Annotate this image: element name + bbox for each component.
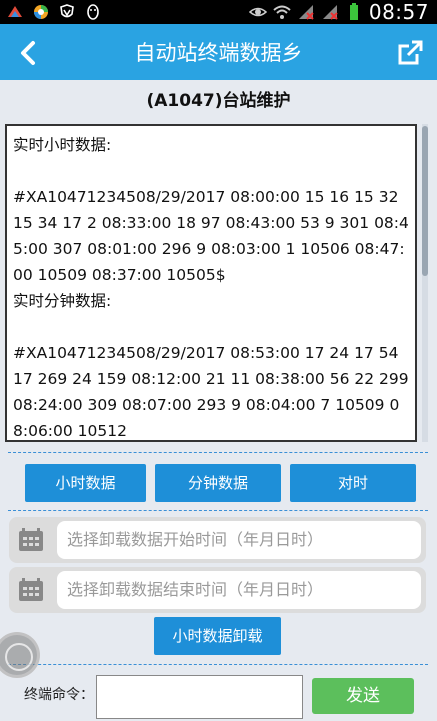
minute-data-label: 实时分钟数据: <box>13 292 112 310</box>
wifi-icon <box>273 5 291 19</box>
station-title: (A1047)台站维护 <box>146 91 291 111</box>
floating-assist-button[interactable] <box>0 632 40 678</box>
hour-data-label: 实时小时数据: <box>13 136 112 154</box>
start-date-picker[interactable]: 选择卸载数据开始时间（年月日时） <box>9 517 426 563</box>
time-sync-button[interactable]: 对时 <box>290 464 416 502</box>
hour-data-button[interactable]: 小时数据 <box>25 464 146 502</box>
hour-data-text: #XA10471234508/29/2017 08:00:00 15 16 15… <box>13 188 409 284</box>
status-bar: 08:57 <box>0 0 437 24</box>
signal-no-sim-2-icon <box>322 5 338 20</box>
qq-penguin-icon <box>87 4 99 20</box>
minute-data-text: #XA10471234508/29/2017 08:53:00 17 24 17… <box>13 344 409 440</box>
calendar-icon <box>19 528 43 551</box>
command-label: 终端命令： <box>24 687 94 703</box>
colorful-app-icon <box>34 5 48 19</box>
clock: 08:57 <box>368 0 429 24</box>
calendar-icon <box>19 578 43 601</box>
app-bar: 自动站终端数据乡 <box>0 24 437 80</box>
back-arrow-icon[interactable] <box>14 38 44 68</box>
vpn-shield-icon <box>60 4 74 18</box>
signal-no-sim-icon <box>298 5 314 20</box>
divider <box>8 510 428 511</box>
end-date-picker[interactable]: 选择卸载数据结束时间（年月日时） <box>9 567 426 613</box>
minute-data-button[interactable]: 分钟数据 <box>155 464 281 502</box>
app-notification-icon <box>8 6 22 17</box>
external-link-icon[interactable] <box>395 38 425 68</box>
data-output-box[interactable]: 实时小时数据: #XA10471234508/29/2017 08:00:00 … <box>5 124 417 442</box>
battery-icon <box>349 3 358 20</box>
divider <box>8 452 428 453</box>
start-date-field[interactable]: 选择卸载数据开始时间（年月日时） <box>57 521 421 559</box>
end-date-field[interactable]: 选择卸载数据结束时间（年月日时） <box>57 571 421 609</box>
action-button-row: 小时数据 分钟数据 对时 <box>25 464 416 502</box>
command-input[interactable] <box>96 675 303 719</box>
page-title: 自动站终端数据乡 <box>134 41 303 65</box>
data-scroll-thumb[interactable] <box>422 126 428 276</box>
eye-icon <box>248 7 267 17</box>
download-hour-data-button[interactable]: 小时数据卸载 <box>154 617 281 655</box>
send-button[interactable]: 发送 <box>312 678 414 714</box>
divider <box>8 664 428 665</box>
